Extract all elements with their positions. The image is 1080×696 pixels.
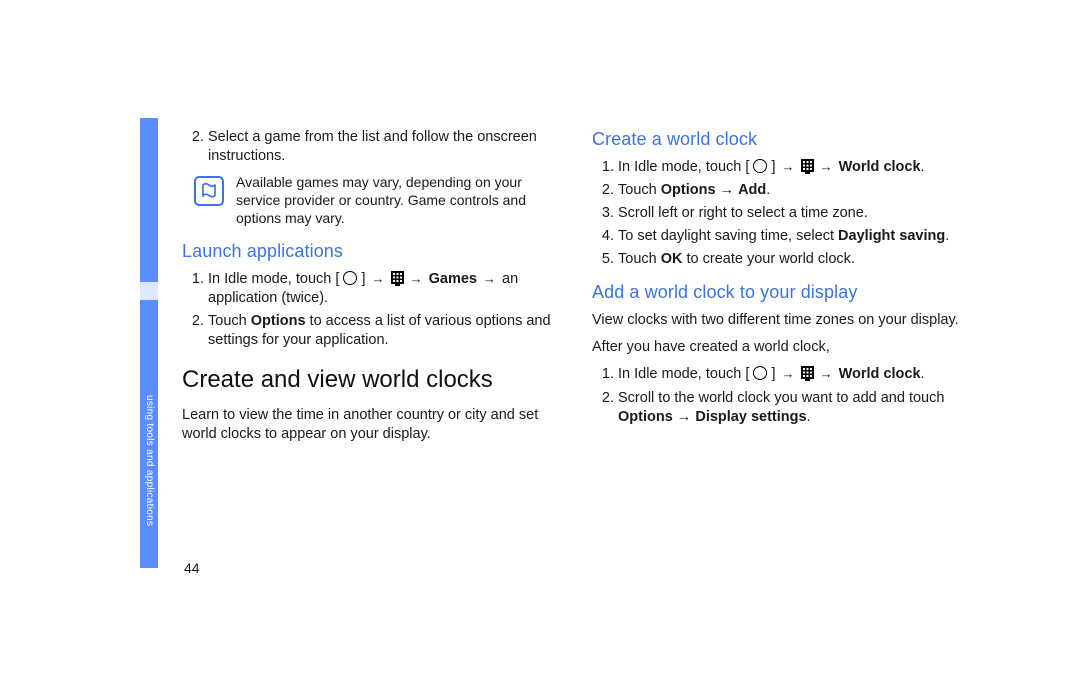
note-text: Available games may vary, depending on y…	[236, 174, 552, 228]
note-block: Available games may vary, depending on y…	[194, 174, 552, 228]
menu-grid-icon	[391, 271, 404, 286]
add-world-clock-steps: In Idle mode, touch [ ] → → World clock.…	[592, 365, 962, 426]
list-item: Scroll to the world clock you want to ad…	[618, 389, 962, 427]
list-item: Scroll left or right to select a time zo…	[618, 204, 962, 223]
heading-create-world-clock: Create a world clock	[592, 128, 962, 152]
home-key-icon	[753, 159, 767, 173]
list-item: Select a game from the list and follow t…	[208, 128, 552, 166]
list-item: To set daylight saving time, select Dayl…	[618, 227, 962, 246]
list-item: In Idle mode, touch [ ] → → Games → an a…	[208, 270, 552, 308]
manual-page: using tools and applications Select a ga…	[0, 0, 1080, 696]
heading-add-world-clock: Add a world clock to your display	[592, 281, 962, 305]
home-key-icon	[343, 271, 357, 285]
list-item: Touch Options → Add.	[618, 181, 962, 200]
list-item: In Idle mode, touch [ ] → → World clock.	[618, 158, 962, 177]
world-clocks-intro: Learn to view the time in another countr…	[182, 406, 552, 444]
note-icon	[194, 176, 224, 206]
menu-grid-icon	[801, 159, 814, 174]
add-world-clock-intro: View clocks with two different time zone…	[592, 311, 962, 330]
heading-launch-applications: Launch applications	[182, 240, 552, 264]
list-item: Touch OK to create your world clock.	[618, 250, 962, 269]
create-world-clock-steps: In Idle mode, touch [ ] → → World clock.…	[592, 158, 962, 270]
menu-grid-icon	[801, 366, 814, 381]
list-item: Touch Options to access a list of variou…	[208, 312, 552, 350]
right-column: Create a world clock In Idle mode, touch…	[592, 128, 962, 452]
heading-create-view-world-clocks: Create and view world clocks	[182, 364, 552, 396]
home-key-icon	[753, 366, 767, 380]
page-number: 44	[184, 560, 200, 576]
content-columns: Select a game from the list and follow t…	[182, 128, 962, 452]
left-column: Select a game from the list and follow t…	[182, 128, 552, 452]
add-world-clock-after: After you have created a world clock,	[592, 338, 962, 357]
side-accent-break	[140, 282, 158, 300]
launch-steps: In Idle mode, touch [ ] → → Games → an a…	[182, 270, 552, 351]
list-item: In Idle mode, touch [ ] → → World clock.	[618, 365, 962, 384]
side-section-label: using tools and applications	[144, 395, 155, 575]
games-steps-continued: Select a game from the list and follow t…	[182, 128, 552, 166]
